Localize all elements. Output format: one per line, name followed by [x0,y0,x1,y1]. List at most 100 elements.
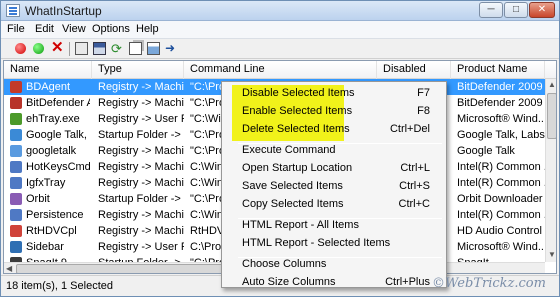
column-product-name[interactable]: Product Name [451,61,545,79]
menu-item-shortcut: Ctrl+Del [389,123,430,135]
save-icon[interactable] [93,42,106,55]
program-icon [10,129,22,141]
context-menu: Disable Selected Items F7 Enable Selected … [221,81,447,288]
cell-product: HD Audio Control ... [457,225,545,237]
menu-separator [238,218,442,219]
cell-product: Intel(R) Common ... [457,209,545,221]
program-icon [10,145,22,157]
status-text: 18 item(s), 1 Selected [6,280,113,292]
exit-icon[interactable]: ➜ [165,42,178,55]
app-icon [6,4,20,17]
cell-type: Registry -> Machi... [98,97,184,109]
menu-item-label: Copy Selected Items [242,198,344,210]
context-menu-item[interactable]: Copy Selected Items Ctrl+C [222,196,446,214]
cell-product: Microsoft® Wind... [457,241,545,253]
menu-item-label: Choose Columns [242,258,327,270]
menu-edit[interactable]: Edit [35,23,54,35]
cell-name: RtHDVCpl [26,225,77,237]
maximize-button[interactable]: □ [504,2,528,18]
context-menu-item[interactable]: Open Startup Location Ctrl+L [222,160,446,178]
menu-options[interactable]: Options [92,23,130,35]
report-icon[interactable] [147,42,160,55]
cell-type: Registry -> Machi... [98,81,184,93]
menu-separator [238,257,442,258]
close-button[interactable]: ✕ [529,2,555,18]
list-header: Name Type Command Line Disabled Product … [4,61,556,79]
context-menu-item[interactable]: Save Selected Items Ctrl+S [222,178,446,196]
menu-separator [238,143,442,144]
cell-name: ehTray.exe [26,113,80,125]
toolbar: ✕ ⟳ ➜ [1,39,559,59]
program-icon [10,81,22,93]
menu-file[interactable]: File [7,23,25,35]
cell-type: Startup Folder -> ... [98,129,184,141]
menu-view[interactable]: View [62,23,86,35]
cell-product: BitDefender 2009 [457,97,543,109]
cell-type: Registry -> Machi... [98,225,184,237]
context-menu-item[interactable]: HTML Report - All Items [222,217,446,235]
menu-item-label: Save Selected Items [242,180,343,192]
context-menu-item[interactable]: Execute Command [222,142,446,160]
program-icon [10,97,22,109]
menu-item-label: Auto Size Columns [242,276,336,288]
cell-name: BDAgent [26,81,71,93]
copy-icon[interactable] [129,42,142,55]
menu-item-label: Delete Selected Items [242,123,350,135]
program-icon [10,177,22,189]
cell-product: Orbit Downloader [457,193,543,205]
menu-item-label: Enable Selected Items [242,105,353,117]
cell-type: Registry -> Machi... [98,209,184,221]
title-bar[interactable]: WhatInStartup ─ □ ✕ [1,1,559,21]
column-name[interactable]: Name [4,61,92,79]
context-menu-item[interactable]: HTML Report - Selected Items [222,235,446,253]
cell-type: Registry -> Machi... [98,177,184,189]
menu-item-label: HTML Report - All Items [242,219,359,231]
minimize-button[interactable]: ─ [479,2,503,18]
menu-item-label: HTML Report - Selected Items [242,237,391,249]
menu-item-label: Execute Command [242,144,336,156]
enable-icon[interactable] [33,43,44,54]
cell-name: Persistence [26,209,84,221]
menu-item-shortcut: F8 [417,105,430,117]
menu-item-label: Open Startup Location [242,162,353,174]
cell-name: Sidebar [26,241,64,253]
cell-product: Intel(R) Common ... [457,161,545,173]
menu-help[interactable]: Help [136,23,159,35]
refresh-icon[interactable]: ⟳ [111,42,124,55]
cell-product: Google Talk, Labs ... [457,129,545,141]
menu-bar: File Edit View Options Help [1,21,559,39]
context-menu-item[interactable]: Disable Selected Items F7 [222,85,446,103]
column-command-line[interactable]: Command Line [184,61,377,79]
cell-name: Google Talk, L... [26,129,90,141]
cell-name: Orbit [26,193,50,205]
scroll-left-icon[interactable]: ◀ [6,264,12,273]
scroll-down-icon[interactable]: ▼ [548,250,556,260]
scroll-up-icon[interactable]: ▲ [548,80,556,90]
vertical-scrollbar[interactable]: ▲ ▼ [545,79,556,262]
cell-type: Startup Folder -> ... [98,193,184,205]
program-icon [10,241,22,253]
cell-product: BitDefender 2009 [457,81,543,93]
disable-icon[interactable] [15,43,26,54]
menu-item-shortcut: Ctrl+S [399,180,430,192]
program-icon [10,161,22,173]
cell-type: Registry -> Machi... [98,145,184,157]
horizontal-scroll-thumb[interactable] [16,264,226,273]
cell-type: Registry -> User Run [98,113,184,125]
menu-item-shortcut: Ctrl+C [398,198,430,210]
menu-item-shortcut: Ctrl+L [400,162,430,174]
cell-type: Registry -> User Run [98,241,184,253]
context-menu-item[interactable]: Delete Selected Items Ctrl+Del [222,121,446,139]
context-menu-item[interactable]: Auto Size Columns Ctrl+Plus [222,274,446,292]
column-type[interactable]: Type [92,61,184,79]
cell-name: googletalk [26,145,77,157]
delete-icon[interactable]: ✕ [51,40,64,55]
cell-name: HotKeysCmds [26,161,90,173]
toolbar-separator [69,42,70,56]
context-menu-item[interactable]: Enable Selected Items F8 [222,103,446,121]
context-menu-item[interactable]: Choose Columns [222,256,446,274]
properties-icon[interactable] [75,42,88,55]
program-icon [10,113,22,125]
column-disabled[interactable]: Disabled [377,61,451,79]
vertical-scroll-thumb[interactable] [547,93,556,139]
